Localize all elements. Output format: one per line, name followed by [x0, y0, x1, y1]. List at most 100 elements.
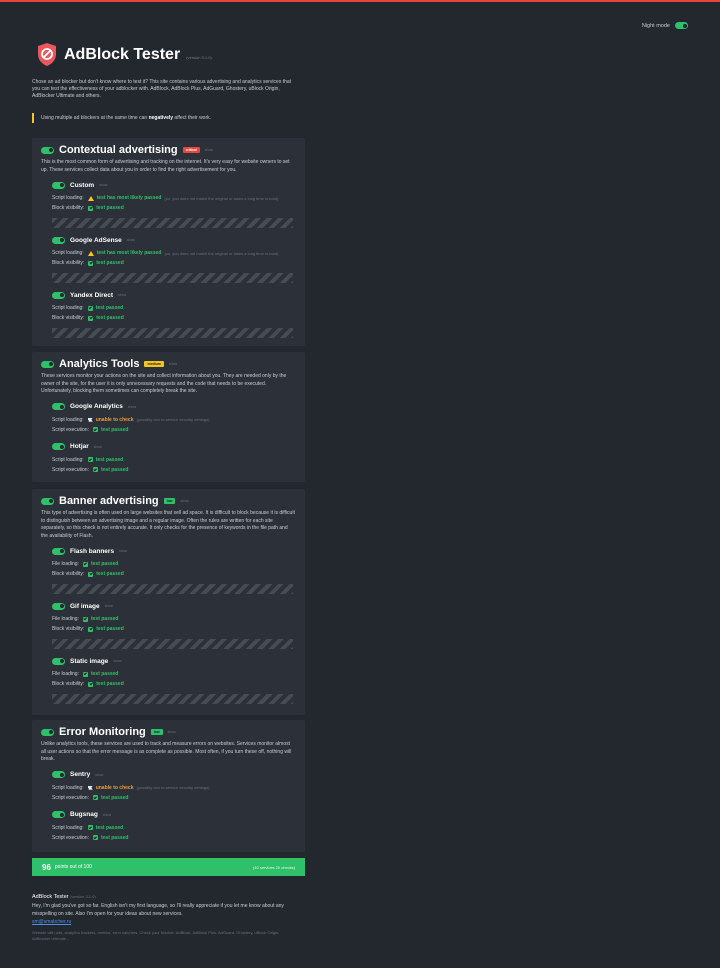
show-link[interactable]: show [103, 813, 111, 817]
footer-keywords: Website with ads, analytics trackers, me… [32, 930, 280, 942]
check-result: test passed [90, 616, 119, 623]
check-result: test passed [95, 824, 124, 831]
service-toggle[interactable] [52, 443, 65, 451]
check-result: test passed [96, 626, 124, 633]
service-toggle[interactable] [52, 602, 65, 610]
check-label: Script execution: [52, 834, 89, 841]
top-accent-bar [0, 0, 720, 2]
service-toggle[interactable] [52, 657, 65, 665]
check-icon [87, 457, 93, 463]
check-icon [92, 835, 98, 841]
service-toggle[interactable] [52, 291, 65, 299]
check-label: Block visibility: [52, 681, 85, 688]
check-result: test passed [90, 561, 119, 568]
service-toggle[interactable] [52, 236, 65, 244]
check-label: Script loading: [52, 784, 84, 791]
section-toggle[interactable] [41, 728, 54, 736]
section-toggle[interactable] [41, 146, 54, 154]
check-result: test has most likely passed [96, 250, 162, 257]
score-bar: 96 points out of 100 (10 services 20 che… [32, 858, 305, 876]
show-link[interactable]: show [118, 293, 126, 297]
show-link[interactable]: show [127, 238, 135, 242]
footer-email-link[interactable]: sm@smabcher.ru [32, 919, 292, 925]
check-label: Script execution: [52, 794, 89, 801]
service-google-adsense: Google AdSense show Script loading: test h… [52, 236, 296, 284]
service-static-image: Static image show File loading: test passe… [52, 657, 296, 705]
check-label: Block visibility: [52, 260, 85, 267]
intro-text: Chose an ad blocker but don't know where… [32, 79, 292, 99]
service-toggle[interactable] [52, 181, 65, 189]
check-result: test passed [96, 260, 124, 267]
service-yandex-direct: Yandex Direct show Script loading: test pa… [52, 291, 296, 339]
score-points: 96 [42, 862, 51, 872]
flag-icon [87, 785, 93, 790]
check-result: unable to check [95, 416, 134, 423]
show-link[interactable]: show [99, 183, 107, 187]
show-link[interactable]: show [205, 148, 213, 152]
check-icon [82, 616, 88, 622]
check-result: test passed [100, 426, 129, 433]
check-icon [88, 260, 94, 266]
check-icon [92, 467, 98, 473]
app-version: (version 3.1.0) [186, 54, 212, 60]
section-error-monitoring: Error Monitoring low show Unlike analyti… [32, 720, 305, 852]
check-note: (possibly due to service security settin… [136, 417, 210, 423]
ad-placeholder-block [52, 273, 293, 284]
check-icon [88, 626, 94, 632]
service-toggle[interactable] [52, 547, 65, 555]
service-toggle[interactable] [52, 771, 65, 779]
section-toggle[interactable] [41, 360, 54, 368]
page-header: AdBlock Tester (version 3.1.0) [36, 42, 212, 67]
service-toggle[interactable] [52, 811, 65, 819]
show-link[interactable]: show [95, 773, 103, 777]
check-result: test passed [100, 794, 129, 801]
section-header: Error Monitoring low show [41, 726, 296, 738]
section-description: These services monitor your actions on t… [41, 373, 287, 395]
service-title: Gif image [70, 602, 100, 610]
section-title: Analytics Tools [59, 358, 140, 370]
check-label: Script loading: [52, 195, 84, 202]
severity-badge: medium [144, 361, 164, 367]
check-result: unable to check [95, 784, 134, 791]
show-link[interactable]: show [94, 445, 102, 449]
shield-stop-icon [38, 43, 56, 66]
check-label: Script loading: [52, 456, 84, 463]
section-description: Unlike analytics tools, these services a… [41, 741, 292, 763]
section-toggle[interactable] [41, 497, 54, 505]
check-label: Block visibility: [52, 571, 85, 578]
section-banner-advertising: Banner advertising low show This type of… [32, 489, 305, 715]
check-result: test passed [96, 315, 124, 322]
section-header: Analytics Tools medium show [41, 358, 296, 370]
check-result: test passed [96, 571, 124, 578]
show-link[interactable]: show [113, 659, 121, 663]
show-link[interactable]: show [119, 549, 127, 553]
show-link[interactable]: show [168, 730, 176, 734]
service-toggle[interactable] [52, 403, 65, 411]
service-title: Yandex Direct [70, 291, 113, 299]
ad-placeholder-block [52, 218, 293, 229]
check-result: test passed [96, 205, 124, 212]
footer-app-name: AdBlock Tester [32, 894, 69, 900]
check-label: Script execution: [52, 466, 89, 473]
show-link[interactable]: show [180, 499, 188, 503]
section-description: This type of advertising is often used o… [41, 510, 295, 539]
check-label: Block visibility: [52, 315, 85, 322]
check-result: test has most likely passed [96, 195, 162, 202]
section-contextual-advertising: Contextual advertising critical show Thi… [32, 138, 305, 346]
show-link[interactable]: show [105, 604, 113, 608]
service-title: Google Analytics [70, 403, 123, 411]
service-bugsnag: Bugsnag show Script loading: test passed S… [52, 811, 296, 843]
service-title: Hotjar [70, 443, 89, 451]
show-link[interactable]: show [169, 362, 177, 366]
service-title: Custom [70, 181, 95, 189]
service-custom: Custom show Script loading: test has most … [52, 181, 296, 229]
check-label: File loading: [52, 561, 79, 568]
score-summary: (10 services 20 checks) [252, 864, 295, 870]
night-mode-toggle[interactable] [675, 22, 688, 29]
check-label: Script loading: [52, 305, 84, 312]
check-note: (so, you does not match the original or … [164, 195, 279, 201]
section-header: Contextual advertising critical show [41, 144, 296, 156]
check-icon [88, 681, 94, 687]
show-link[interactable]: show [128, 405, 136, 409]
check-label: Script loading: [52, 416, 84, 423]
